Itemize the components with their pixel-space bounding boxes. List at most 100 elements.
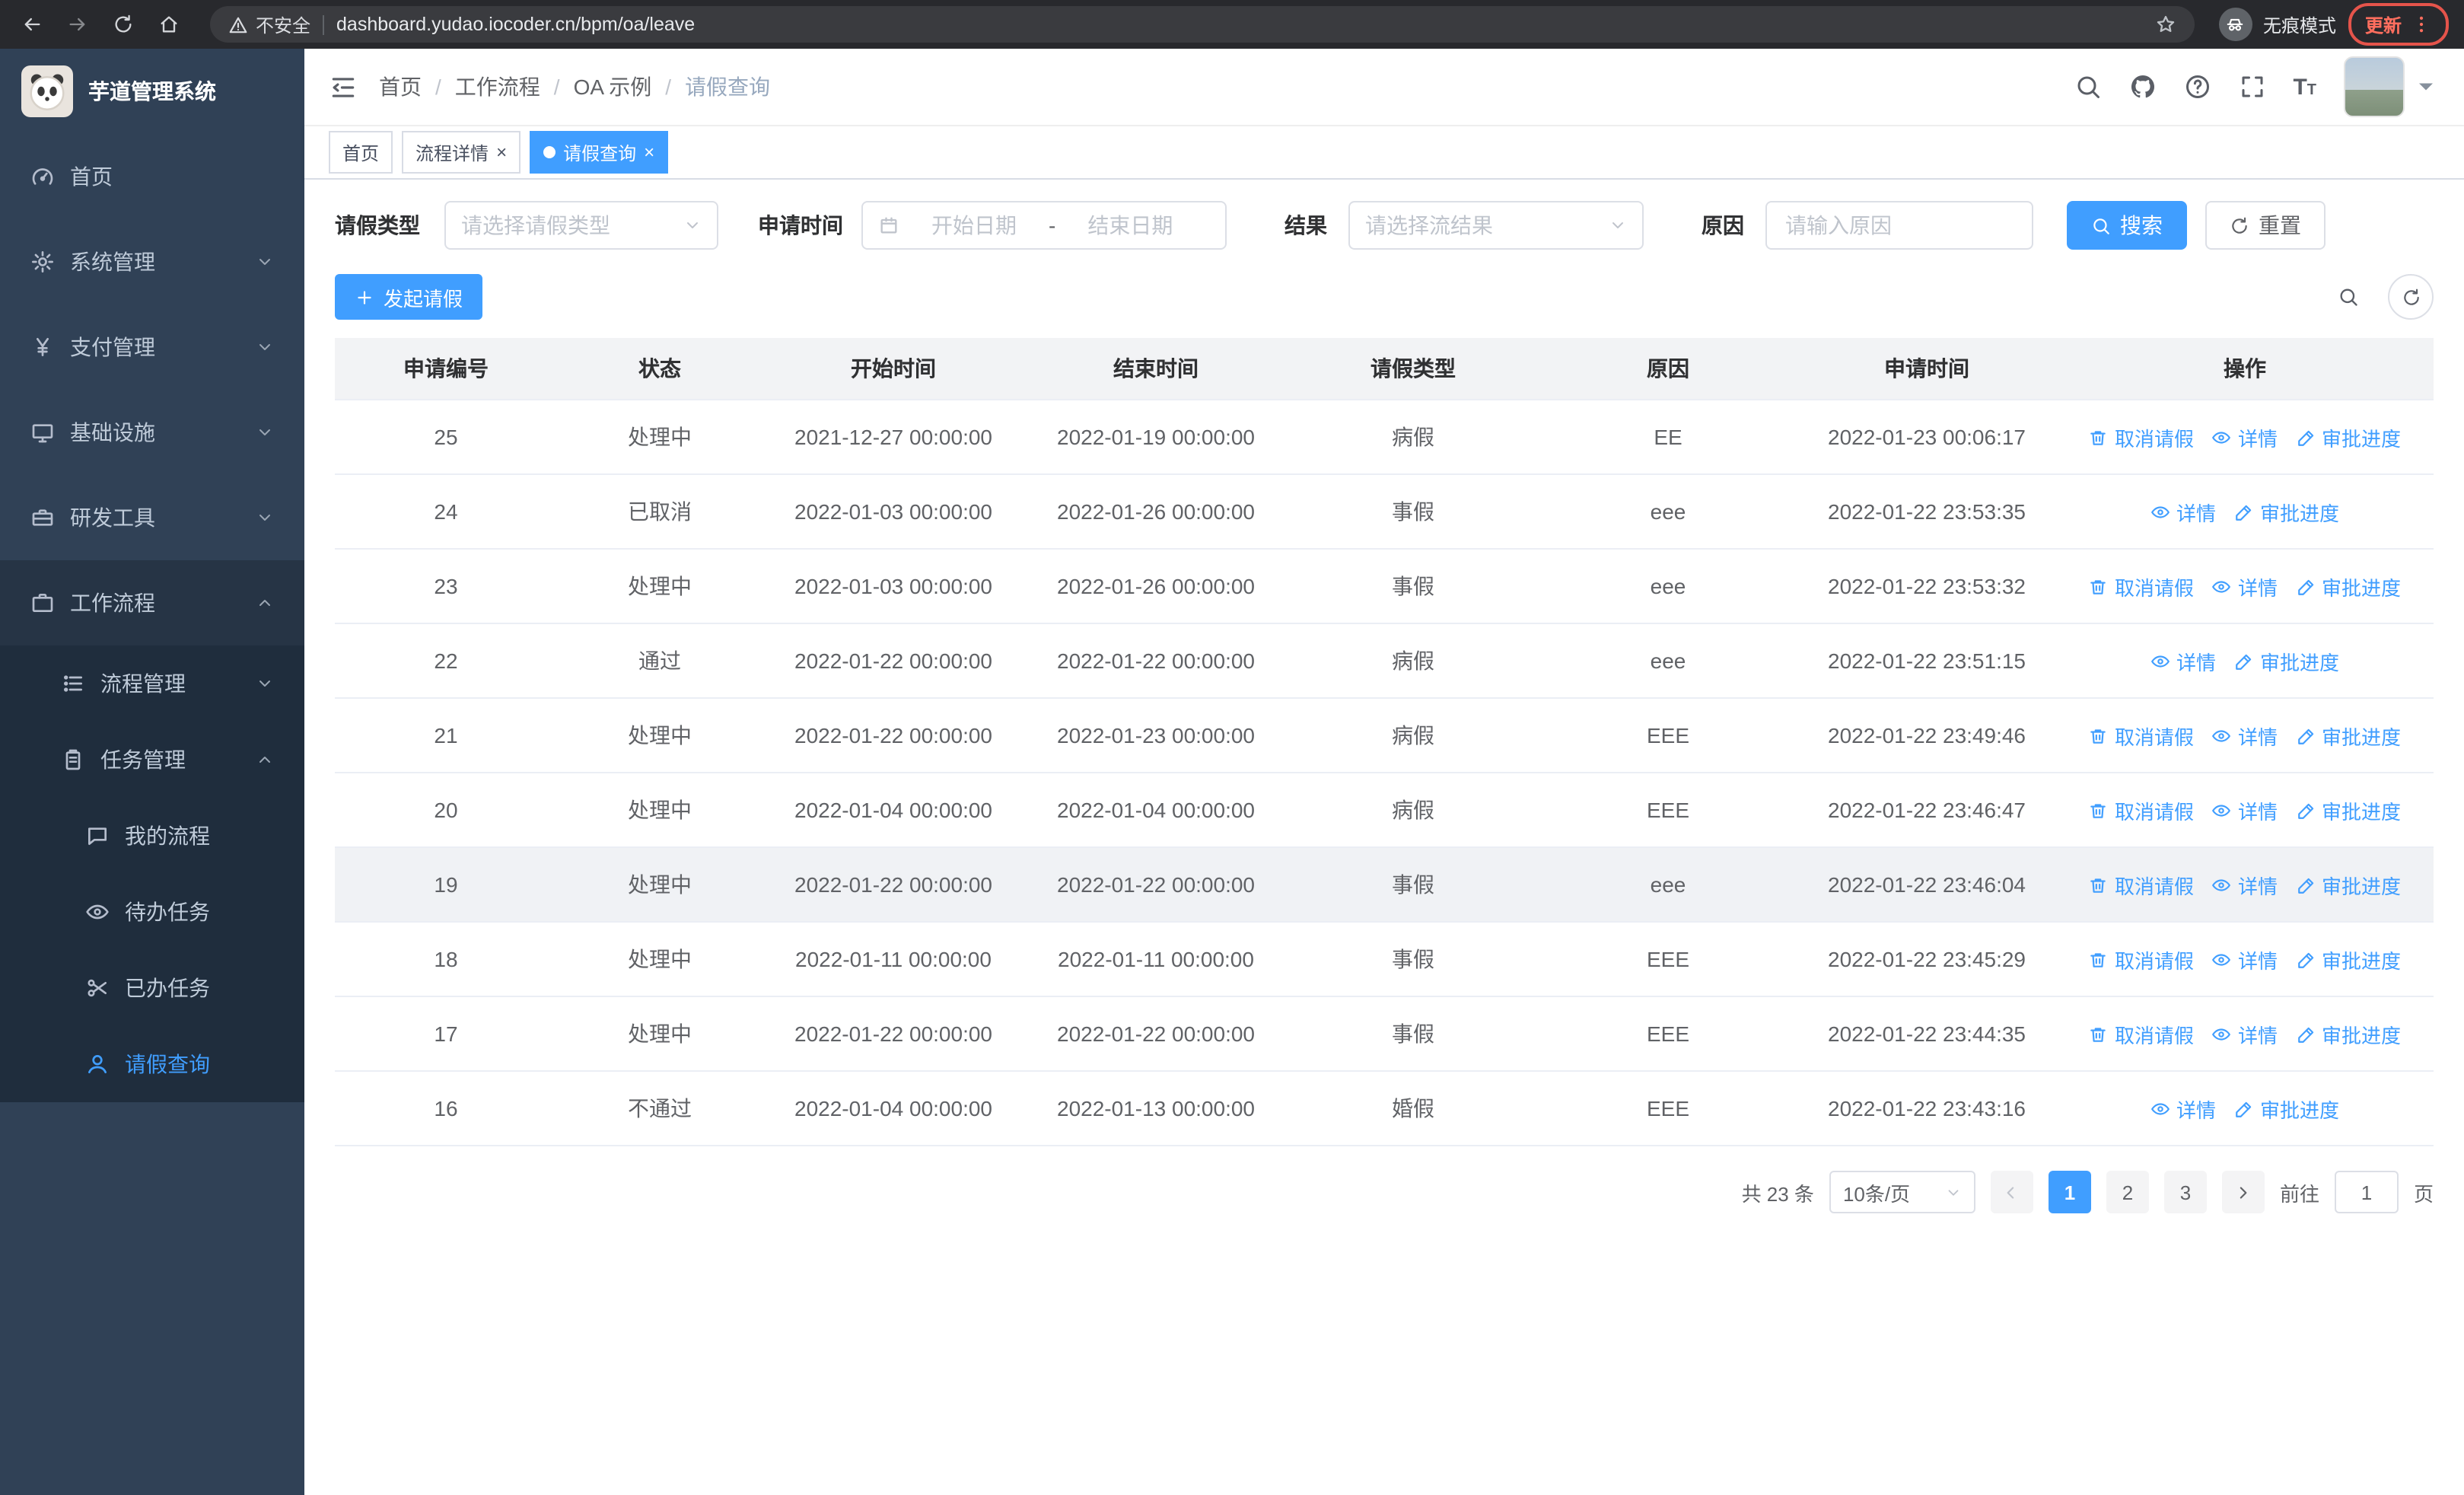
table-row: 19 处理中 2022-01-22 00:00:00 2022-01-22 00:00…	[335, 847, 2434, 923]
url-text[interactable]: dashboard.yudao.iocoder.cn/bpm/oa/leave	[336, 14, 2143, 35]
browser-forward-icon[interactable]	[61, 8, 94, 41]
breadcrumb-item[interactable]: 首页	[379, 72, 422, 102]
page-size-select[interactable]: 10条/页	[1829, 1171, 1975, 1213]
close-icon[interactable]: ×	[496, 143, 507, 161]
cancel-leave-link[interactable]: 取消请假	[2089, 870, 2194, 899]
breadcrumb-item[interactable]: 工作流程	[455, 72, 540, 102]
approval-progress-link[interactable]: 审批进度	[2296, 945, 2401, 974]
sidebar-item-eye[interactable]: 待办任务	[0, 874, 304, 950]
browser-reload-icon[interactable]	[107, 8, 140, 41]
calendar-icon	[878, 215, 899, 236]
cancel-leave-link[interactable]: 取消请假	[2089, 422, 2194, 451]
approval-progress-link[interactable]: 审批进度	[2234, 497, 2339, 526]
tab-请假查询[interactable]: 请假查询 ×	[530, 131, 669, 174]
result-select[interactable]: 请选择流结果	[1348, 201, 1644, 250]
approval-progress-link[interactable]: 审批进度	[2234, 1094, 2339, 1123]
detail-link[interactable]: 详情	[2212, 572, 2278, 601]
trash-icon	[2089, 1024, 2109, 1044]
sidebar-item-monitor[interactable]: 基础设施	[0, 390, 304, 475]
help-icon[interactable]	[2183, 73, 2211, 100]
close-icon[interactable]: ×	[644, 143, 654, 161]
cancel-leave-link[interactable]: 取消请假	[2089, 945, 2194, 974]
create-leave-button[interactable]: 发起请假	[335, 274, 483, 320]
start-date-input[interactable]	[912, 212, 1036, 239]
approval-progress-link[interactable]: 审批进度	[2296, 572, 2401, 601]
detail-link[interactable]: 详情	[2212, 945, 2278, 974]
table-refresh-icon[interactable]	[2388, 274, 2434, 320]
avatar[interactable]	[2344, 56, 2405, 117]
search-button-label: 搜索	[2120, 213, 2163, 237]
header-search-icon[interactable]	[2074, 73, 2101, 100]
search-button[interactable]: 搜索	[2067, 201, 2187, 250]
table-cell: 事假	[1288, 996, 1539, 1072]
approval-progress-link[interactable]: 审批进度	[2296, 870, 2401, 899]
sidebar-item-chat[interactable]: 我的流程	[0, 798, 304, 874]
sidebar-fold-icon[interactable]	[329, 72, 358, 101]
next-page-button[interactable]	[2221, 1171, 2265, 1213]
approval-progress-link[interactable]: 审批进度	[2296, 795, 2401, 824]
toggle-search-icon[interactable]	[2327, 276, 2370, 318]
reason-input[interactable]	[1782, 212, 2017, 239]
prev-page-button[interactable]	[1990, 1171, 2033, 1213]
sidebar-item-yen[interactable]: 支付管理	[0, 304, 304, 390]
cancel-leave-label: 取消请假	[2114, 427, 2194, 450]
sidebar-item-scissors[interactable]: 已办任务	[0, 950, 304, 1026]
browser-back-icon[interactable]	[15, 8, 49, 41]
detail-link[interactable]: 详情	[2212, 721, 2278, 750]
cancel-leave-link[interactable]: 取消请假	[2089, 721, 2194, 750]
github-icon[interactable]	[2128, 73, 2156, 100]
fullscreen-icon[interactable]	[2238, 73, 2265, 100]
user-menu[interactable]	[2344, 56, 2440, 117]
detail-link[interactable]: 详情	[2212, 1019, 2278, 1048]
goto-page-input[interactable]	[2334, 1171, 2399, 1213]
cancel-leave-link[interactable]: 取消请假	[2089, 572, 2194, 601]
security-chip[interactable]: 不安全	[228, 11, 310, 37]
reset-button[interactable]: 重置	[2205, 201, 2326, 250]
detail-label: 详情	[2176, 502, 2216, 524]
end-date-input[interactable]	[1068, 212, 1193, 239]
detail-link[interactable]: 详情	[2150, 646, 2216, 675]
detail-link[interactable]: 详情	[2212, 422, 2278, 451]
sidebar-item-gear[interactable]: 系统管理	[0, 219, 304, 304]
sidebar-item-briefcase[interactable]: 工作流程	[0, 560, 304, 645]
sidebar-item-user[interactable]: 请假查询	[0, 1026, 304, 1102]
approval-progress-link[interactable]: 审批进度	[2296, 1019, 2401, 1048]
approval-progress-link[interactable]: 审批进度	[2234, 646, 2339, 675]
cancel-leave-link[interactable]: 取消请假	[2089, 1019, 2194, 1048]
breadcrumb-item[interactable]: OA 示例	[574, 72, 652, 102]
approval-progress-label: 审批进度	[2322, 427, 2402, 450]
table-row: 21 处理中 2022-01-22 00:00:00 2022-01-23 00:00…	[335, 698, 2434, 773]
detail-link[interactable]: 详情	[2212, 795, 2278, 824]
bookmark-star-icon[interactable]	[2155, 14, 2176, 35]
table-cell: eee	[1539, 847, 1797, 923]
app-logo[interactable]: 芋道管理系统	[0, 49, 304, 134]
reason-label: 原因	[1702, 213, 1744, 237]
detail-link[interactable]: 详情	[2150, 497, 2216, 526]
tab-流程详情[interactable]: 流程详情 ×	[402, 131, 521, 174]
approval-progress-link[interactable]: 审批进度	[2296, 721, 2401, 750]
browser-menu-icon[interactable]	[2411, 14, 2432, 35]
browser-home-icon[interactable]	[152, 8, 186, 41]
date-range-picker[interactable]: -	[861, 201, 1227, 250]
browser-update-button[interactable]: 更新	[2348, 3, 2449, 46]
sidebar-item-toolbox[interactable]: 研发工具	[0, 475, 304, 560]
tab-首页[interactable]: 首页	[329, 131, 393, 174]
sidebar-item-task[interactable]: 任务管理	[0, 722, 304, 798]
page-button-3[interactable]: 3	[2163, 1171, 2207, 1213]
approval-progress-link[interactable]: 审批进度	[2296, 422, 2401, 451]
page-button-2[interactable]: 2	[2106, 1171, 2149, 1213]
font-size-icon[interactable]: TT	[2293, 75, 2316, 98]
sidebar-item-label: 任务管理	[100, 748, 186, 772]
detail-link[interactable]: 详情	[2212, 870, 2278, 899]
sidebar-item-gauge[interactable]: 首页	[0, 134, 304, 219]
detail-link[interactable]: 详情	[2150, 1094, 2216, 1123]
sidebar-item-flow[interactable]: 流程管理	[0, 645, 304, 722]
address-bar[interactable]: 不安全 dashboard.yudao.iocoder.cn/bpm/oa/le…	[210, 6, 2195, 43]
eye-icon	[2212, 1024, 2232, 1044]
page-button-1[interactable]: 1	[2048, 1171, 2091, 1213]
leave-type-select[interactable]: 请选择请假类型	[444, 201, 718, 250]
table-cell: 23	[335, 549, 557, 624]
table-cell: 24	[335, 474, 557, 550]
table-cell: 2022-01-19 00:00:00	[1024, 400, 1288, 475]
cancel-leave-link[interactable]: 取消请假	[2089, 795, 2194, 824]
